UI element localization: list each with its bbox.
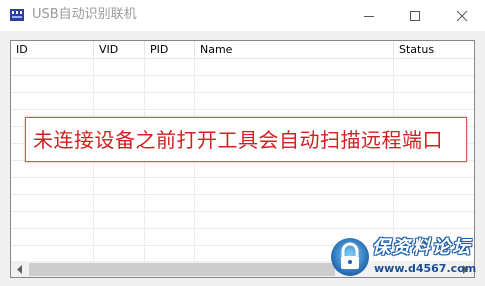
watermark-url: www.d4567.com — [374, 262, 477, 275]
close-icon — [456, 10, 468, 22]
annotation-callout: 未连接设备之前打开工具会自动扫描远程端口 — [25, 117, 467, 162]
list-header: ID VID PID Name Status — [11, 41, 474, 59]
usb-app-icon — [9, 7, 25, 23]
maximize-button[interactable] — [392, 0, 438, 31]
annotation-text: 未连接设备之前打开工具会自动扫描远程端口 — [33, 128, 443, 152]
scroll-thumb[interactable] — [29, 263, 335, 276]
window-title: USB自动识别联机 — [32, 7, 137, 22]
app-window: USB自动识别联机 ID VID PID Name Status 未连接设备之前… — [0, 0, 485, 286]
minimize-icon — [364, 16, 374, 17]
column-header-status[interactable]: Status — [394, 41, 474, 58]
maximize-icon — [410, 11, 420, 21]
column-header-id[interactable]: ID — [11, 41, 94, 58]
chevron-left-icon — [17, 265, 22, 274]
minimize-button[interactable] — [346, 0, 392, 31]
column-header-vid[interactable]: VID — [94, 41, 145, 58]
title-bar[interactable]: USB自动识别联机 — [0, 0, 485, 31]
scroll-left-button[interactable] — [11, 261, 28, 277]
watermark: 保资料论坛 www.d4567.com — [330, 236, 480, 282]
lock-logo-icon — [331, 238, 369, 276]
column-header-name[interactable]: Name — [195, 41, 394, 58]
close-button[interactable] — [439, 0, 485, 31]
column-header-pid[interactable]: PID — [145, 41, 195, 58]
watermark-title: 保资料论坛 — [372, 237, 472, 258]
